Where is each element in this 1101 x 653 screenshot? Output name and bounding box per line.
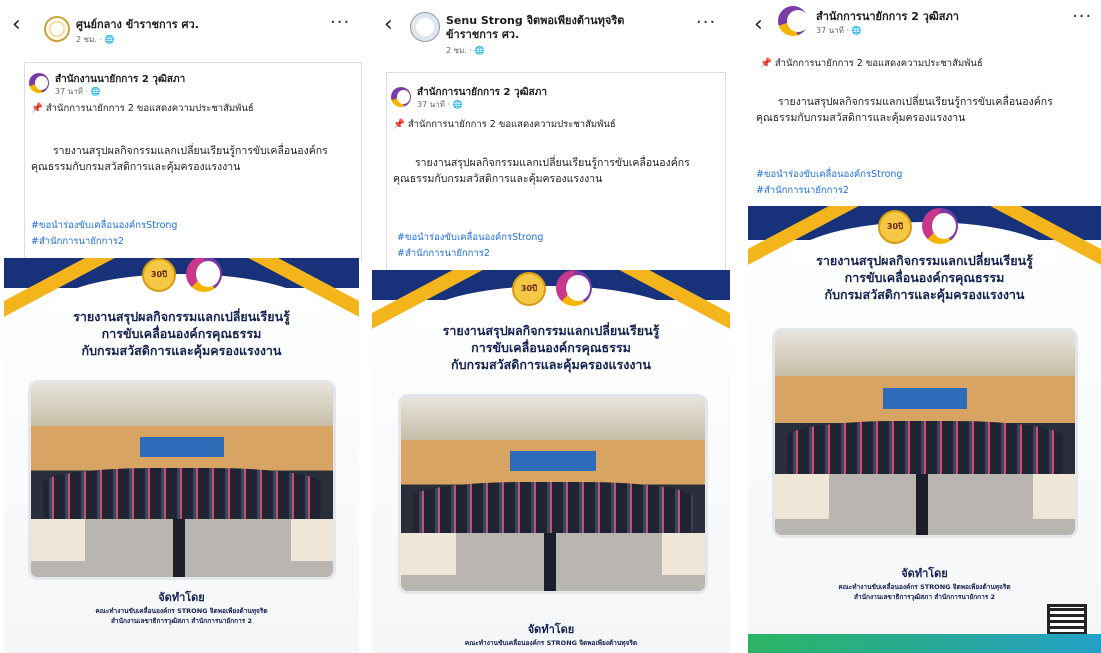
pinned-line: 📌 สำนักการนายักการ 2 ขอแสดงความประชาสัมพ… (760, 56, 983, 71)
flyer-image[interactable]: 30ปี รายงานสรุปผลกิจกรรมแลกเปลี่ยนเรียนร… (372, 270, 730, 653)
pinned-text: สำนักการนายักการ 2 ขอแสดงความประชาสัมพัน… (774, 58, 983, 69)
organizer-line: คณะทำงานขับเคลื่อนองค์กร STRONG จิตพอเพี… (464, 639, 638, 647)
hashtag-link[interactable]: #ขอนำร่องขับเคลื่อนองค์กรStrong (397, 231, 543, 245)
back-arrow-icon[interactable]: ‹ (12, 14, 21, 36)
flyer-title-line: การขับเคลื่อนองค์กรคุณธรรม (101, 326, 262, 341)
post-time: 37 นาที · 🌐 (417, 100, 463, 109)
avatar-cutout (787, 10, 809, 32)
pinned-text: สำนักการนายักการ 2 ขอแสดงความประชาสัมพัน… (45, 103, 254, 114)
post-timestamp: 37 นาที · 🌐 (816, 26, 862, 35)
group-title[interactable]: ศูนย์กลาง ข้าราชการ ศว. (76, 18, 306, 32)
organizer-heading: จัดทำโดย (158, 591, 205, 604)
organizer-heading: จัดทำโดย (901, 567, 948, 580)
organizer-line: คณะทำงานขับเคลื่อนองค์กร STRONG จิตพอเพี… (95, 607, 268, 615)
page-avatar[interactable] (391, 87, 411, 107)
organizer-line: สำนักงานเลขาธิการวุฒิสภา สำนักการนายักกา… (853, 593, 996, 601)
shared-post-card[interactable]: สำนักการนายักการ 2 วุฒิสภา 37 นาที · 🌐 📌… (386, 72, 726, 274)
flyer-image[interactable]: 30ปี รายงานสรุปผลกิจกรรมแลกเปลี่ยนเรียนร… (748, 206, 1101, 653)
post-panel-1: ‹ ศูนย์กลาง ข้าราชการ ศว. 2 ชม. · 🌐 ··· … (0, 0, 362, 653)
page-avatar[interactable] (29, 73, 49, 93)
hashtag-link[interactable]: #สำนักการนายักการ2 (31, 235, 124, 249)
more-options-icon[interactable]: ··· (696, 12, 716, 33)
group-avatar[interactable] (44, 16, 70, 42)
hashtag-link[interactable]: #สำนักการนายักการ2 (756, 184, 849, 198)
post-panel-3: ‹ สำนักการนายักการ 2 วุฒิสภา 37 นาที · 🌐… (742, 0, 1101, 653)
screenshot-collage: ‹ ศูนย์กลาง ข้าราชการ ศว. 2 ชม. · 🌐 ··· … (0, 0, 1101, 653)
post-header: ‹ Senu Strong จิตพอเพียงต้านทุจริต ข้ารา… (372, 0, 730, 58)
hashtag-link[interactable]: #ขอนำร่องขับเคลื่อนองค์กรStrong (756, 168, 902, 182)
post-body: รายงานสรุปผลกิจกรรมแลกเปลี่ยนเรียนรู้การ… (31, 145, 328, 173)
flyer-title-line: การขับเคลื่อนองค์กรคุณธรรม (844, 270, 1005, 285)
pinned-line: 📌 สำนักการนายักการ 2 ขอแสดงความประชาสัมพ… (31, 101, 254, 116)
flyer-title: รายงานสรุปผลกิจกรรมแลกเปลี่ยนเรียนรู้ กา… (748, 252, 1101, 303)
hashtag-link[interactable]: #สำนักการนายักการ2 (397, 247, 490, 261)
pin-icon: 📌 (31, 103, 43, 114)
pin-icon: 📌 (393, 119, 405, 130)
flyer-title-line: การขับเคลื่อนองค์กรคุณธรรม (471, 340, 631, 355)
group-avatar[interactable] (410, 12, 440, 42)
back-arrow-icon[interactable]: ‹ (384, 14, 393, 36)
flyer-title-line: กับกรมสวัสดิการและคุ้มครองแรงงาน (81, 343, 282, 358)
pinned-line: 📌 สำนักการนายักการ 2 ขอแสดงความประชาสัมพ… (393, 117, 616, 132)
flyer-title: รายงานสรุปผลกิจกรรมแลกเปลี่ยนเรียนรู้ กา… (4, 308, 359, 359)
anniversary-logo: 30ปี (878, 210, 912, 244)
anniversary-logo: 30ปี (512, 272, 546, 306)
flyer-title-line: รายงานสรุปผลกิจกรรมแลกเปลี่ยนเรียนรู้ (442, 323, 660, 338)
group-photo (398, 394, 708, 594)
post-header: ‹ ศูนย์กลาง ข้าราชการ ศว. 2 ชม. · 🌐 ··· (0, 0, 362, 58)
pinned-text: สำนักการนายักการ 2 ขอแสดงความประชาสัมพัน… (407, 119, 616, 130)
page-title[interactable]: สำนักการนายักการ 2 วุฒิสภา (816, 10, 1046, 24)
shared-post-card[interactable]: สำนักงานนายักการ 2 วุฒิสภา 37 นาที · 🌐 📌… (24, 62, 362, 262)
organizer-heading: จัดทำโดย (527, 623, 575, 636)
post-panel-2: ‹ Senu Strong จิตพอเพียงต้านทุจริต ข้ารา… (372, 0, 730, 653)
organizer-line: คณะทำงานขับเคลื่อนองค์กร STRONG จิตพอเพี… (838, 583, 1011, 591)
more-options-icon[interactable]: ··· (330, 12, 350, 33)
flyer-title-line: รายงานสรุปผลกิจกรรมแลกเปลี่ยนเรียนรู้ (73, 309, 290, 324)
flyer-image[interactable]: 30ปี รายงานสรุปผลกิจกรรมแลกเปลี่ยนเรียนร… (4, 258, 359, 653)
post-timestamp: 2 ชม. · 🌐 (446, 46, 485, 55)
agency-logo (922, 208, 958, 244)
organizer-line: สำนักงานเลขาธิการวุฒิสภา สำนักการนายักกา… (110, 617, 253, 625)
hashtag-link[interactable]: #ขอนำร่องขับเคลื่อนองค์กรStrong (31, 219, 177, 233)
group-photo (28, 380, 336, 580)
post-timestamp: 2 ชม. · 🌐 (76, 35, 115, 44)
group-photo (772, 328, 1078, 538)
flyer-title-line: กับกรมสวัสดิการและคุ้มครองแรงงาน (451, 357, 651, 372)
post-header: ‹ สำนักการนายักการ 2 วุฒิสภา 37 นาที · 🌐… (742, 0, 1101, 58)
flyer-title-line: รายงานสรุปผลกิจกรรมแลกเปลี่ยนเรียนรู้ (816, 253, 1033, 268)
post-time: 37 นาที · 🌐 (55, 87, 101, 96)
anniversary-logo: 30ปี (142, 258, 176, 292)
agency-logo (556, 270, 592, 306)
pin-icon: 📌 (760, 58, 772, 69)
group-title[interactable]: Senu Strong จิตพอเพียงต้านทุจริต ข้าราชก… (446, 14, 676, 42)
flyer-bottom-band (748, 634, 1101, 653)
flyer-title: รายงานสรุปผลกิจกรรมแลกเปลี่ยนเรียนรู้ กา… (372, 322, 730, 373)
post-body: รายงานสรุปผลกิจกรรมแลกเปลี่ยนเรียนรู้การ… (393, 157, 690, 185)
back-arrow-icon[interactable]: ‹ (754, 14, 763, 36)
post-body: รายงานสรุปผลกิจกรรมแลกเปลี่ยนเรียนรู้การ… (756, 96, 1053, 124)
flyer-title-line: กับกรมสวัสดิการและคุ้มครองแรงงาน (824, 287, 1025, 302)
more-options-icon[interactable]: ··· (1072, 6, 1092, 27)
